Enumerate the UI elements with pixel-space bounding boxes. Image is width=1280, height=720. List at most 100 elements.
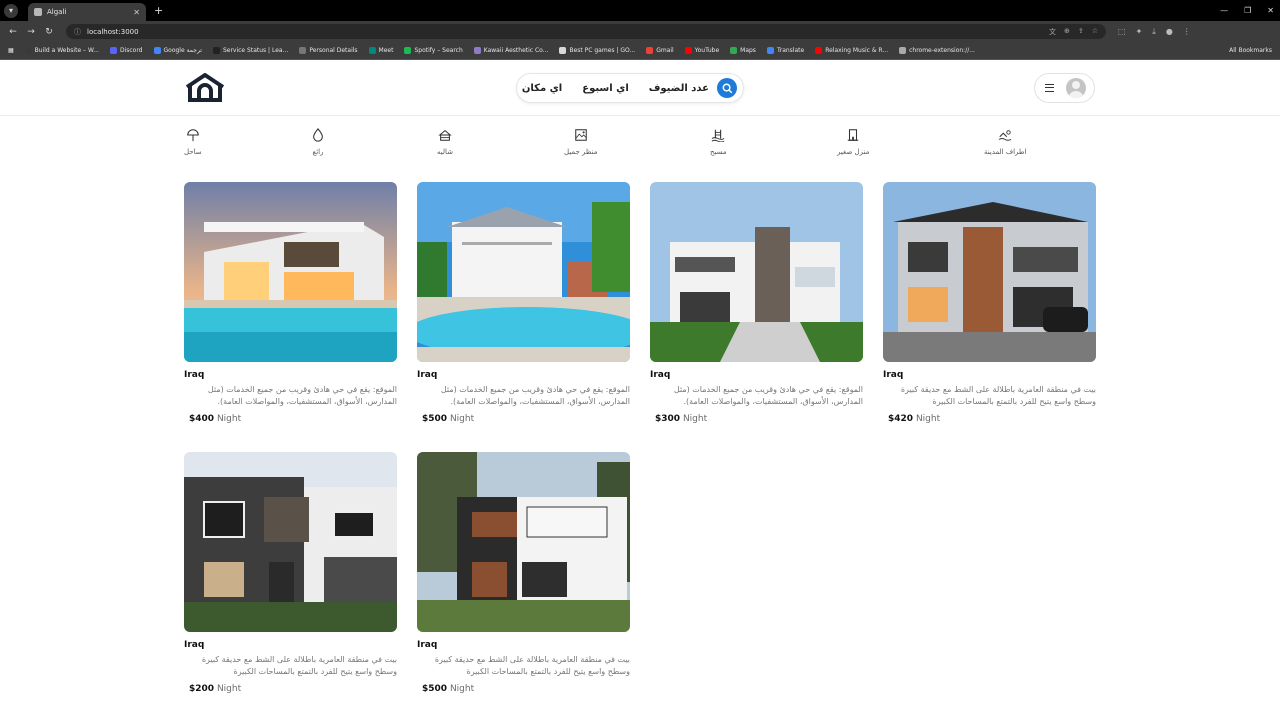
bookmark-favicon-icon <box>766 47 774 54</box>
reload-icon[interactable]: ↻ <box>42 27 56 37</box>
pool-icon <box>711 129 725 142</box>
category-beach[interactable]: ساحل <box>184 128 202 156</box>
bookmark-item[interactable]: Personal Details <box>299 47 358 54</box>
listing-card[interactable]: Iraq بيت في منطقة العامرية باطلالة على ا… <box>417 452 630 702</box>
listing-country: Iraq <box>184 640 205 650</box>
week-filter[interactable]: اي اسبوع <box>582 83 629 94</box>
close-tab-icon[interactable]: ✕ <box>133 8 140 17</box>
bookmark-star-icon[interactable]: ☆ <box>1092 27 1098 37</box>
bookmark-item[interactable]: Best PC games | GO... <box>559 47 635 54</box>
category-suburbs[interactable]: اطراف المدينة <box>984 128 1026 156</box>
listing-country: Iraq <box>883 370 904 380</box>
bookmark-label: Meet <box>378 47 394 54</box>
bookmark-item[interactable]: chrome-extension://... <box>899 47 975 54</box>
bookmark-item[interactable]: Spotify – Search <box>404 47 463 54</box>
listing-photo[interactable] <box>184 452 397 632</box>
category-great[interactable]: رائع <box>311 128 325 156</box>
bookmark-favicon-icon <box>559 47 567 54</box>
bookmark-item[interactable]: Service Status | Lea... <box>212 47 289 54</box>
bookmarks-bar: ▦ Build a Website – W... Discord Google تر… <box>0 42 1280 60</box>
listing-photo[interactable] <box>650 182 863 362</box>
bookmark-item[interactable]: Translate <box>766 47 805 54</box>
downloads-icon[interactable]: ⤓ <box>1152 27 1156 37</box>
place-filter[interactable]: اي مكان <box>522 83 562 94</box>
bookmark-item[interactable]: Relaxing Music & R... <box>815 47 888 54</box>
tab-search-button[interactable]: ▾ <box>4 3 18 18</box>
avatar <box>1066 78 1086 98</box>
bookmark-favicon-icon <box>404 47 412 54</box>
listing-card[interactable]: Iraq بيت في منطقة العامرية باطلالة على ا… <box>883 182 1096 432</box>
browser-tab[interactable]: Algali ✕ <box>28 3 146 21</box>
bookmark-label: Google ترجمة <box>163 47 202 54</box>
bookmark-item[interactable]: Maps <box>730 47 756 54</box>
bookmark-item[interactable]: Kawaii Aesthetic Co... <box>473 47 548 54</box>
listing-photo[interactable] <box>184 182 397 362</box>
small-house-icon <box>847 129 859 141</box>
zoom-icon[interactable]: ⊕ <box>1064 27 1070 37</box>
listing-description: بيت في منطقة العامرية باطلالة على الشط م… <box>900 385 1096 406</box>
listing-country: Iraq <box>650 370 671 380</box>
category-bar: ساحل رائع شاليه منظر جميل مسبح منزل صغير… <box>184 128 1096 168</box>
home-logo-icon[interactable] <box>184 73 226 103</box>
browser-menu-icon[interactable]: ⋮ <box>1183 27 1191 37</box>
listings-grid: Iraq الموقع: يقع في حي هادئ وقريب من جمي… <box>184 182 1096 702</box>
listing-price: $500 Night <box>422 684 475 694</box>
category-chalet[interactable]: شاليه <box>437 128 453 156</box>
close-window-icon[interactable]: ✕ <box>1267 6 1274 15</box>
listing-photo[interactable] <box>417 182 630 362</box>
bookmark-favicon-icon <box>899 47 907 54</box>
category-pool[interactable]: مسبح <box>710 128 727 156</box>
category-small-house[interactable]: منزل صغير <box>837 128 869 156</box>
bookmark-label: YouTube <box>694 47 720 54</box>
listing-card[interactable]: Iraq الموقع: يقع في حي هادئ وقريب من جمي… <box>184 182 397 432</box>
bookmark-item[interactable]: Discord <box>109 47 143 54</box>
extensions-puzzle-icon[interactable]: ✦ <box>1136 27 1143 37</box>
bookmark-label: Maps <box>740 47 756 54</box>
new-tab-icon[interactable]: + <box>154 4 163 17</box>
bookmark-label: Translate <box>776 47 805 54</box>
minimize-icon[interactable]: — <box>1220 6 1228 15</box>
bookmark-item[interactable]: Build a Website – W... <box>24 47 99 54</box>
back-icon[interactable]: ← <box>6 27 20 37</box>
bookmark-favicon-icon <box>368 47 376 54</box>
bookmark-item[interactable]: YouTube <box>684 47 720 54</box>
listing-price: $200 Night <box>189 684 242 694</box>
bookmark-item[interactable]: Gmail <box>646 47 674 54</box>
listing-country: Iraq <box>417 370 438 380</box>
listing-card[interactable]: Iraq بيت في منطقة العامرية باطلالة على ا… <box>184 452 397 702</box>
bookmark-item[interactable]: Google ترجمة <box>153 47 202 54</box>
listing-photo[interactable] <box>417 452 630 632</box>
user-menu-button[interactable] <box>1034 73 1095 103</box>
landscape-icon <box>574 129 587 141</box>
all-bookmarks-button[interactable]: All Bookmarks <box>1229 47 1272 54</box>
bookmark-favicon-icon <box>646 47 654 54</box>
category-view[interactable]: منظر جميل <box>564 128 597 156</box>
bookmark-favicon-icon <box>109 47 117 54</box>
apps-icon[interactable]: ▦ <box>8 47 14 54</box>
address-bar[interactable]: ⓘ localhost:3000 文 ⊕ ⇪ ☆ <box>66 24 1106 39</box>
site-info-icon[interactable]: ⓘ <box>74 27 81 37</box>
listing-photo[interactable] <box>883 182 1096 362</box>
bookmark-favicon-icon <box>299 47 307 54</box>
suburbs-icon <box>998 130 1012 141</box>
bookmark-label: Service Status | Lea... <box>222 47 289 54</box>
hamburger-icon <box>1045 84 1054 92</box>
restore-icon[interactable]: ❐ <box>1244 6 1251 15</box>
extension-icon[interactable]: ⬚ <box>1118 27 1126 37</box>
url-text: localhost:3000 <box>87 27 139 36</box>
bookmark-item[interactable]: Meet <box>368 47 394 54</box>
listing-description: بيت في منطقة العامرية باطلالة على الشط م… <box>434 655 630 676</box>
profile-icon[interactable]: ● <box>1166 27 1173 37</box>
tab-favicon-icon <box>34 8 42 16</box>
forward-icon[interactable]: → <box>24 27 38 37</box>
listing-card[interactable]: Iraq الموقع: يقع في حي هادئ وقريب من جمي… <box>650 182 863 432</box>
bookmark-label: Spotify – Search <box>414 47 463 54</box>
guests-filter[interactable]: عدد الضيوف <box>649 83 709 94</box>
search-pill[interactable]: عدد الضيوف اي اسبوع اي مكان <box>516 73 744 103</box>
bookmark-favicon-icon <box>153 47 161 54</box>
listing-card[interactable]: Iraq الموقع: يقع في حي هادئ وقريب من جمي… <box>417 182 630 432</box>
address-toolbar: ← → ↻ ⓘ localhost:3000 文 ⊕ ⇪ ☆ ⬚ ✦ ⤓ ● ⋮ <box>0 21 1280 42</box>
search-icon[interactable] <box>717 78 737 98</box>
share-icon[interactable]: ⇪ <box>1078 27 1084 37</box>
translate-icon[interactable]: 文 <box>1049 27 1056 37</box>
